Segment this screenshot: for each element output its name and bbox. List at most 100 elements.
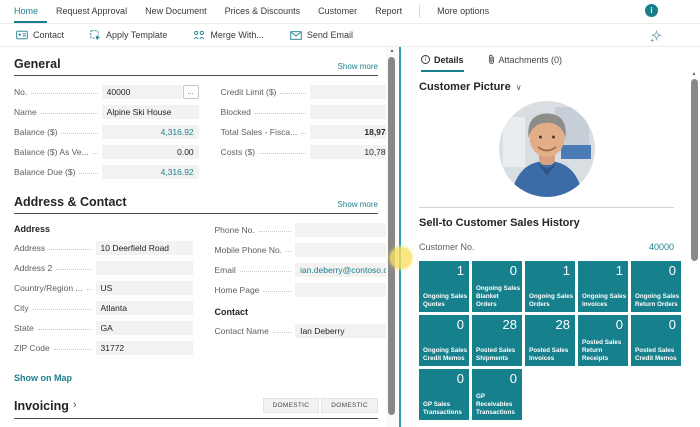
contact-button[interactable]: Contact <box>16 30 64 40</box>
tile-posted-sales-return-receipts[interactable]: 0 Posted Sales Return Receipts <box>578 315 628 366</box>
field-address: Address 10 Deerfield Road <box>14 241 193 255</box>
tile-value: 28 <box>556 317 570 332</box>
dotted-leader <box>33 309 92 310</box>
field-balance-due-value[interactable]: 4,316.92 <box>102 165 199 179</box>
dotted-leader <box>263 291 291 292</box>
sales-history-tiles: 1 Ongoing Sales Quotes 0 Ongoing Sales B… <box>419 261 674 420</box>
tile-posted-sales-credit-memos[interactable]: 0 Posted Sales Credit Memos <box>631 315 681 366</box>
field-costs-value[interactable]: 10,782.00 <box>310 145 386 159</box>
address-group-heading: Address <box>14 223 193 235</box>
menu-item-more-options[interactable]: More options <box>428 0 498 23</box>
contact-icon <box>16 30 28 40</box>
field-home-page-input[interactable] <box>295 283 386 297</box>
left-scrollbar-thumb[interactable] <box>388 57 395 415</box>
menu-item-customer[interactable]: Customer <box>309 0 366 23</box>
customer-picture-header[interactable]: Customer Picture ∨ <box>419 81 674 93</box>
address-show-more-link[interactable]: Show more <box>338 200 378 209</box>
tile-ongoing-sales-credit-memos[interactable]: 0 Ongoing Sales Credit Memos <box>419 315 469 366</box>
field-email-input[interactable]: ian.deberry@contoso.com <box>295 263 386 277</box>
menu-item-prices-discounts[interactable]: Prices & Discounts <box>216 0 310 23</box>
dotted-leader <box>56 269 91 270</box>
field-credit-limit: Credit Limit ($) 0.00 <box>221 85 386 99</box>
apply-template-button[interactable]: Apply Template <box>90 30 167 41</box>
tile-label: Ongoing Sales Credit Memos <box>423 347 468 363</box>
sparkle-icon[interactable] <box>649 30 662 43</box>
contact-button-label: Contact <box>33 30 64 40</box>
field-balance-value[interactable]: 4,316.92 <box>102 125 199 139</box>
general-section-title: General <box>14 57 61 71</box>
merge-with-button[interactable]: Merge With... <box>193 30 264 40</box>
field-contact-name-label: Contact Name <box>215 326 269 336</box>
invoicing-section-header[interactable]: Invoicing › DOMESTIC DOMESTIC <box>14 398 378 419</box>
field-address-2-input[interactable] <box>96 261 193 275</box>
assist-edit-button[interactable]: ... <box>183 85 199 99</box>
menu-item-request-approval[interactable]: Request Approval <box>47 0 136 23</box>
dotted-leader <box>61 133 97 134</box>
field-balance-as-vendor-value[interactable]: 0.00 <box>102 145 199 159</box>
factbox-section-divider <box>419 207 674 208</box>
menu-item-new-document[interactable]: New Document <box>136 0 216 23</box>
right-scrollbar[interactable]: ▲ <box>689 47 699 427</box>
field-name: Name Alpine Ski House <box>14 105 199 119</box>
field-name-input[interactable]: Alpine Ski House <box>102 105 199 119</box>
field-credit-limit-input[interactable]: 0.00 <box>310 85 386 99</box>
tile-ongoing-sales-invoices[interactable]: 1 Ongoing Sales Invoices <box>578 261 628 312</box>
customer-no-label: Customer No. <box>419 242 475 252</box>
customer-photo[interactable] <box>499 101 595 197</box>
dotted-leader <box>259 153 306 154</box>
field-phone-input[interactable] <box>295 223 386 237</box>
tile-posted-sales-shipments[interactable]: 28 Posted Sales Shipments <box>472 315 522 366</box>
field-address-2-label: Address 2 <box>14 263 52 273</box>
field-mobile-phone-input[interactable] <box>295 243 386 257</box>
tile-gp-receivables-transactions[interactable]: 0 GP Receivables Transactions <box>472 369 522 420</box>
tile-ongoing-sales-orders[interactable]: 1 Ongoing Sales Orders <box>525 261 575 312</box>
field-blocked-input[interactable] <box>310 105 386 119</box>
address-section-rule <box>14 213 378 214</box>
tile-value: 0 <box>669 263 676 278</box>
general-section-rule <box>14 75 378 76</box>
right-scrollbar-thumb[interactable] <box>691 79 698 261</box>
field-city-label: City <box>14 303 29 313</box>
field-contact-name-input[interactable]: Ian Deberry <box>295 324 386 338</box>
field-total-sales-value[interactable]: 18,974.20 <box>310 125 386 139</box>
general-show-more-link[interactable]: Show more <box>338 62 378 71</box>
customer-no-value-link[interactable]: 40000 <box>649 242 674 252</box>
field-address-input[interactable]: 10 Deerfield Road <box>96 241 193 255</box>
field-state: State GA <box>14 321 193 335</box>
send-email-button[interactable]: Send Email <box>290 30 353 40</box>
help-badge-icon[interactable]: i <box>645 4 658 17</box>
tab-attachments[interactable]: Attachments (0) <box>488 47 563 72</box>
field-country-region: Country/Region ... US <box>14 281 193 295</box>
tile-ongoing-sales-return-orders[interactable]: 0 Ongoing Sales Return Orders <box>631 261 681 312</box>
show-on-map-link[interactable]: Show on Map <box>14 373 72 383</box>
field-phone-label: Phone No. <box>215 225 255 235</box>
apply-template-icon <box>90 30 101 41</box>
field-city-input[interactable]: Atlanta <box>96 301 193 315</box>
scroll-up-icon[interactable]: ▲ <box>386 48 398 54</box>
left-scrollbar[interactable]: ▲ <box>386 47 398 427</box>
tile-label: GP Sales Transactions <box>423 401 468 417</box>
field-zip-code-input[interactable]: 31772 <box>96 341 193 355</box>
tile-gp-sales-transactions[interactable]: 0 GP Sales Transactions <box>419 369 469 420</box>
dotted-leader <box>286 251 291 252</box>
tile-ongoing-sales-blanket-orders[interactable]: 0 Ongoing Sales Blanket Orders <box>472 261 522 312</box>
field-no-input[interactable]: 40000 <box>102 85 182 99</box>
action-toolbar: Contact Apply Template Merge With... Sen… <box>0 24 700 47</box>
tile-ongoing-sales-quotes[interactable]: 1 Ongoing Sales Quotes <box>419 261 469 312</box>
dotted-leader <box>93 153 98 154</box>
factbox-pane: i Details Attachments (0) Customer Pictu… <box>401 47 700 427</box>
field-state-input[interactable]: GA <box>96 321 193 335</box>
menu-item-report[interactable]: Report <box>366 0 411 23</box>
general-fields: No. 40000 ... Name Alpine Ski House Bala… <box>14 85 378 179</box>
tile-posted-sales-invoices[interactable]: 28 Posted Sales Invoices <box>525 315 575 366</box>
menu-item-home[interactable]: Home <box>14 0 47 23</box>
tile-value: 0 <box>616 317 623 332</box>
tab-details[interactable]: i Details <box>421 47 464 72</box>
scroll-up-icon[interactable]: ▲ <box>689 71 699 77</box>
tile-label: GP Receivables Transactions <box>476 393 521 417</box>
field-name-label: Name <box>14 107 37 117</box>
dotted-leader <box>54 349 92 350</box>
field-country-region-input[interactable]: US <box>96 281 193 295</box>
field-costs: Costs ($) 10,782.00 <box>221 145 386 159</box>
dotted-leader <box>38 329 92 330</box>
